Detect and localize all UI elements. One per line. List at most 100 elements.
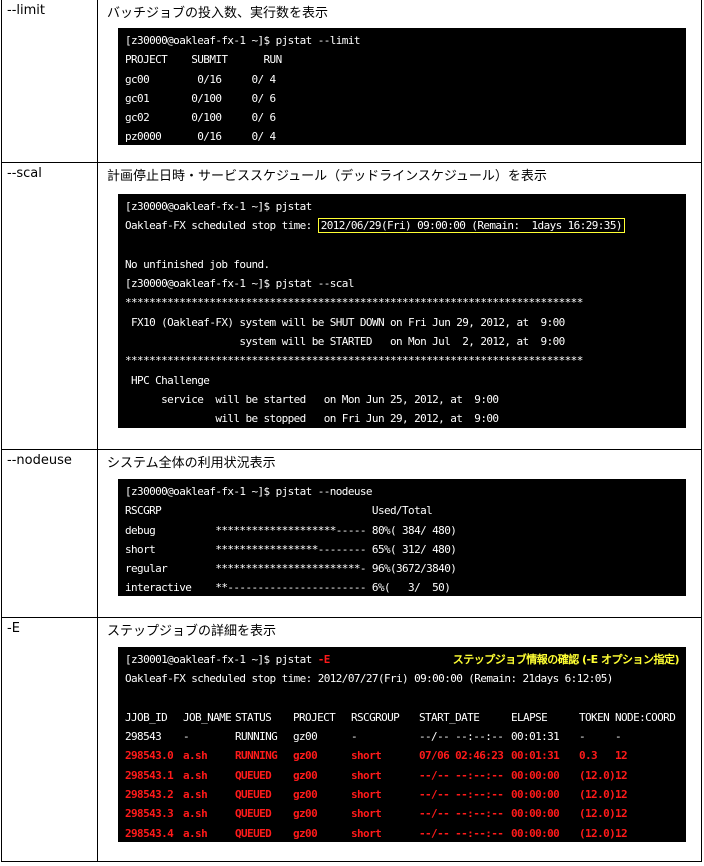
- column-header: RSCGROUP: [351, 710, 400, 724]
- job-cell-status: QUEUED: [235, 788, 272, 802]
- job-cell-project: gz00: [293, 788, 318, 802]
- job-cell-project: gz00: [293, 826, 318, 840]
- job-cell-node: 12: [615, 788, 628, 802]
- command-prompt: [z30001@oakleaf-fx-1 ~]$ pjstat: [125, 653, 318, 666]
- job-cell-id: 298543.2: [125, 788, 174, 802]
- terminal-line: RSCGRP Used/Total: [125, 504, 433, 518]
- option-label: --nodeuse: [7, 453, 72, 468]
- terminal-line: No unfinished job found.: [125, 257, 270, 271]
- option-cell: --limit: [2, 0, 98, 162]
- row-nodeuse: --nodeuse システム全体の利用状況表示 [z30000@oakleaf-…: [2, 450, 701, 618]
- job-cell-id: 298543.4: [125, 826, 174, 840]
- job-cell-project: gz00: [293, 807, 318, 821]
- job-cell-project: gz00: [293, 768, 318, 782]
- highlighted-stop-time: 2012/06/29(Fri) 09:00:00 (Remain: 1days …: [317, 218, 625, 234]
- option-label: --scal: [7, 166, 42, 181]
- job-cell-project: gz00: [293, 749, 318, 763]
- job-row: 298543.2 a.sh QUEUED gz00 short --/-- --:--:-…: [125, 785, 679, 804]
- terminal-line: pz0000 0/16 0/ 4: [125, 130, 276, 144]
- job-cell-node: -: [615, 730, 622, 744]
- row-step-job: -E ステップジョブの詳細を表示 [z30001@oakleaf-fx-1 ~]…: [2, 618, 701, 862]
- option-label: --limit: [7, 3, 45, 18]
- column-header: JJOB_ID: [125, 710, 168, 724]
- job-cell-token: (12.0): [579, 768, 616, 782]
- job-cell-rscgroup: short: [351, 768, 382, 782]
- option-cell: --nodeuse: [2, 450, 98, 617]
- job-cell-status: QUEUED: [235, 768, 272, 782]
- terminal-line: ****************************************…: [125, 354, 583, 368]
- terminal-line: [z30000@oakleaf-fx-1 ~]$ pjstat --limit: [125, 34, 360, 47]
- terminal-line: gc02 0/100 0/ 6: [125, 111, 276, 125]
- job-cell-id: 298543.1: [125, 768, 174, 782]
- option-cell: --scal: [2, 163, 98, 449]
- column-header: START_DATE: [419, 710, 480, 724]
- terminal-output: [z30001@oakleaf-fx-1 ~]$ pjstat -E ステップジ…: [118, 647, 686, 842]
- option-table: --limit バッチジョブの投入数、実行数を表示 [z30000@oaklea…: [1, 0, 702, 862]
- job-cell-elapse: 00:01:31: [511, 730, 560, 744]
- column-header: JOB_NAME: [183, 710, 232, 724]
- command-flag: -E: [317, 653, 331, 666]
- job-cell-rscgroup: short: [351, 788, 382, 802]
- job-cell-start: --/-- --:--:--: [419, 768, 504, 782]
- column-header: NODE:COORD: [615, 710, 676, 724]
- annotation-label: ステップジョブ情報の確認 (-E オプション指定): [452, 653, 680, 666]
- terminal-line: [z30001@oakleaf-fx-1 ~]$ pjstat -E ステップジ…: [125, 650, 680, 669]
- job-cell-status: QUEUED: [235, 807, 272, 821]
- job-cell-status: RUNNING: [235, 749, 278, 763]
- terminal-line: HPC Challenge: [125, 373, 210, 387]
- nodeuse-row-interactive: interactive **----------------------- 6%…: [125, 581, 451, 595]
- option-description: バッチジョブの投入数、実行数を表示: [107, 6, 329, 21]
- job-cell-token: (12.0): [579, 788, 616, 802]
- option-label: -E: [7, 621, 20, 636]
- terminal-line: Oakleaf-FX scheduled stop time: 2012/07/…: [125, 672, 613, 686]
- terminal-line: [z30000@oakleaf-fx-1 ~]$ pjstat: [125, 200, 312, 213]
- terminal-line: will be stopped on Fri Jun 29, 2012, at …: [125, 412, 499, 426]
- job-row: 298543.1 a.sh QUEUED gz00 short --/-- --:--:-…: [125, 766, 679, 785]
- job-cell-start: 07/06 02:46:23: [419, 749, 504, 763]
- terminal-output: [z30000@oakleaf-fx-1 ~]$ pjstat --nodeus…: [118, 479, 686, 596]
- job-cell-node: 12: [615, 749, 628, 763]
- row-scal: --scal 計画停止日時・サービススケジュール（デッドラインスケジュール）を表…: [2, 163, 701, 450]
- terminal-line: gc01 0/100 0/ 6: [125, 91, 276, 105]
- terminal-line: gc00 0/16 0/ 4: [125, 72, 276, 86]
- job-cell-start: --/-- --:--:--: [419, 730, 504, 744]
- job-cell-status: RUNNING: [235, 730, 278, 744]
- job-cell-token: -: [579, 730, 586, 744]
- terminal-output: [z30000@oakleaf-fx-1 ~]$ pjstat --limit …: [118, 28, 686, 145]
- nodeuse-row-regular: regular ************************- 96%(36…: [125, 562, 457, 576]
- nodeuse-row-debug: debug ********************----- 80%( 384…: [125, 523, 457, 537]
- column-header: PROJECT: [293, 710, 336, 724]
- job-table-header: JJOB_ID JOB_NAME STATUS PROJECT RSCGROUP…: [125, 708, 679, 727]
- job-cell-id: 298543: [125, 730, 162, 744]
- job-cell-token: (12.0): [579, 807, 616, 821]
- job-cell-elapse: 00:00:00: [511, 807, 560, 821]
- job-cell-id: 298543.0: [125, 749, 174, 763]
- job-cell-elapse: 00:00:00: [511, 826, 560, 840]
- job-table-body: 298543 - RUNNING gz00 - --/-- --:--:-- 00:01:3…: [125, 727, 679, 843]
- job-cell-rscgroup: short: [351, 749, 382, 763]
- job-row: 298543 - RUNNING gz00 - --/-- --:--:-- 00:01:3…: [125, 727, 679, 746]
- job-cell-token: 0.3: [579, 749, 598, 763]
- job-cell-name: a.sh: [183, 749, 208, 763]
- stop-time-prefix: Oakleaf-FX scheduled stop time:: [125, 219, 318, 233]
- terminal-line: [z30000@oakleaf-fx-1 ~]$ pjstat --scal: [125, 277, 354, 291]
- job-cell-project: gz00: [293, 730, 318, 744]
- job-cell-elapse: 00:01:31: [511, 749, 560, 763]
- job-cell-elapse: 00:00:00: [511, 768, 560, 782]
- job-cell-start: --/-- --:--:--: [419, 788, 504, 802]
- job-cell-id: 298543.3: [125, 807, 174, 821]
- column-header: TOKEN: [579, 710, 610, 724]
- job-cell-name: a.sh: [183, 826, 208, 840]
- terminal-line: PROJECT SUBMIT RUN: [125, 53, 282, 67]
- job-cell-start: --/-- --:--:--: [419, 807, 504, 821]
- terminal-line: [z30000@oakleaf-fx-1 ~]$ pjstat --nodeus…: [125, 485, 373, 498]
- job-cell-status: QUEUED: [235, 826, 272, 840]
- job-cell-name: a.sh: [183, 807, 208, 821]
- job-cell-rscgroup: short: [351, 807, 382, 821]
- option-description: ステップジョブの詳細を表示: [107, 624, 277, 639]
- nodeuse-row-short: short *****************-------- 65%( 312…: [125, 542, 457, 556]
- option-cell: -E: [2, 618, 98, 862]
- job-cell-rscgroup: short: [351, 826, 382, 840]
